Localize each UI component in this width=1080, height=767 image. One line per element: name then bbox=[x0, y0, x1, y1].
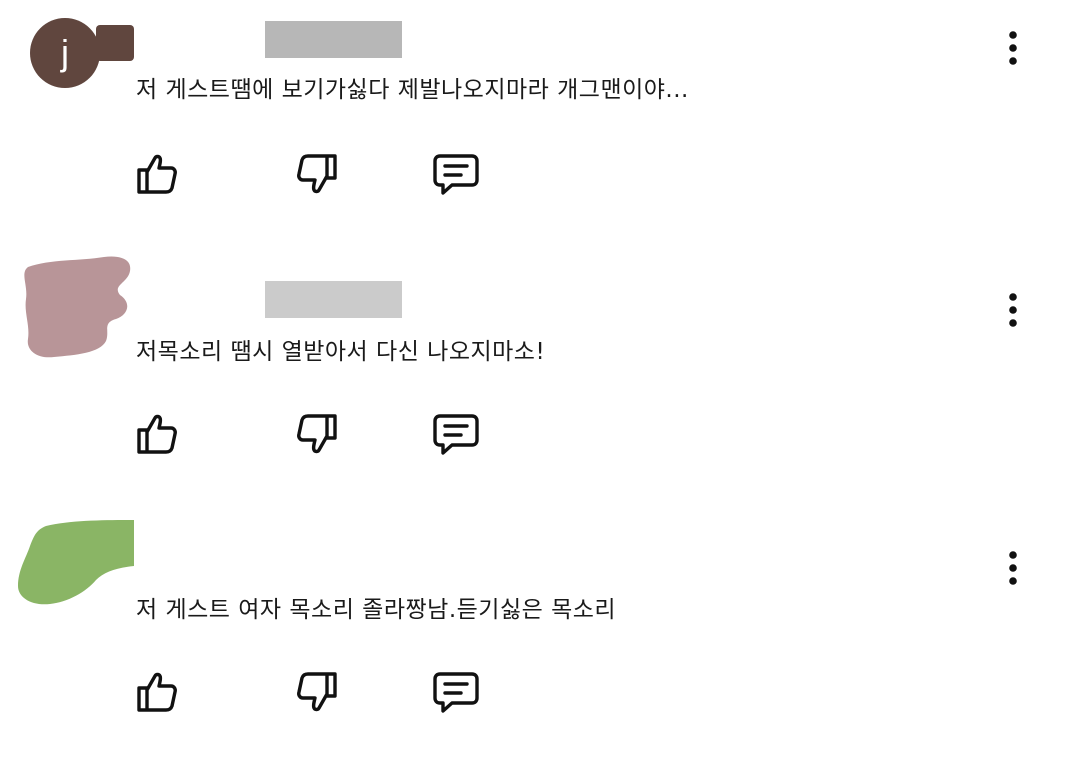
thumbs-down-icon bbox=[297, 414, 337, 454]
comment-item: 저목소리 땜시 열받아서 다신 나오지마소! bbox=[0, 256, 1080, 508]
reply-button[interactable] bbox=[430, 666, 482, 718]
comment-text: 저 게스트 여자 목소리 졸라짱남.듣기싫은 목소리 bbox=[136, 597, 617, 623]
comment-text: 저목소리 땜시 열받아서 다신 나오지마소! bbox=[136, 339, 546, 365]
avatar-letter: j bbox=[61, 32, 69, 73]
more-options-button[interactable] bbox=[996, 290, 1030, 330]
dislike-button[interactable] bbox=[290, 408, 342, 460]
avatar-redaction bbox=[96, 25, 134, 61]
comment-item: 저 게스트 여자 목소리 졸라짱남.듣기싫은 목소리 bbox=[0, 518, 1080, 767]
comment-icon bbox=[433, 154, 479, 195]
thumbs-down-icon bbox=[297, 154, 337, 194]
dislike-button[interactable] bbox=[290, 666, 342, 718]
comment-item: j 저 게스트땜에 보기가싫다 제발나오지마라 개그맨이야... bbox=[0, 0, 1080, 250]
thumbs-up-icon bbox=[137, 154, 177, 194]
like-button[interactable] bbox=[132, 666, 184, 718]
username-redacted bbox=[265, 281, 402, 318]
reply-button[interactable] bbox=[430, 148, 482, 200]
thumbs-up-icon bbox=[137, 414, 177, 454]
like-button[interactable] bbox=[132, 148, 184, 200]
more-options-button[interactable] bbox=[996, 28, 1030, 68]
avatar[interactable] bbox=[20, 253, 138, 363]
username-redacted bbox=[265, 21, 402, 58]
comment-icon bbox=[433, 672, 479, 713]
dislike-button[interactable] bbox=[290, 148, 342, 200]
avatar[interactable] bbox=[16, 518, 136, 608]
more-vert-icon bbox=[1009, 31, 1017, 65]
like-button[interactable] bbox=[132, 408, 184, 460]
comment-icon bbox=[433, 414, 479, 455]
more-options-button[interactable] bbox=[996, 548, 1030, 588]
comment-text: 저 게스트땜에 보기가싫다 제발나오지마라 개그맨이야... bbox=[136, 77, 689, 103]
more-vert-icon bbox=[1009, 293, 1017, 327]
reply-button[interactable] bbox=[430, 408, 482, 460]
thumbs-up-icon bbox=[137, 672, 177, 712]
more-vert-icon bbox=[1009, 551, 1017, 585]
thumbs-down-icon bbox=[297, 672, 337, 712]
avatar[interactable]: j bbox=[30, 18, 100, 88]
comment-feed: j 저 게스트땜에 보기가싫다 제발나오지마라 개그맨이야... 저목소리 땜시… bbox=[0, 0, 1080, 767]
